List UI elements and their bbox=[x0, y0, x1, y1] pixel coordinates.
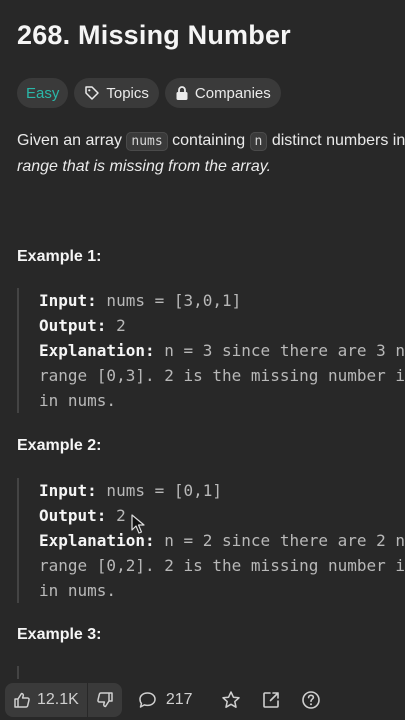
description-text: containing bbox=[167, 132, 250, 149]
explanation-label: Explanation: bbox=[39, 341, 155, 360]
example-1-title: Example 1: bbox=[17, 248, 102, 265]
explanation-text: in nums. bbox=[39, 391, 117, 410]
input-value: nums = [0,1] bbox=[96, 481, 223, 500]
explanation-text: range [0,2]. 2 is the missing number in … bbox=[39, 556, 405, 575]
explanation-text: n = 2 since there are 2 numbers, so all … bbox=[164, 531, 405, 550]
code-n: n bbox=[249, 132, 268, 151]
description-text: distinct numbers in the range bbox=[271, 132, 405, 149]
bottom-action-bar: 12.1K 217 bbox=[0, 679, 405, 720]
explanation-text: n = 3 since there are 3 numbers, so all … bbox=[164, 341, 405, 360]
share-button[interactable] bbox=[251, 683, 291, 717]
input-value: nums = [3,0,1] bbox=[96, 291, 242, 310]
share-icon bbox=[261, 690, 281, 710]
output-label: Output: bbox=[39, 506, 107, 525]
example-1-block: Input: nums = [3,0,1] Output: 2 Explanat… bbox=[17, 288, 405, 413]
problem-title: 268. Missing Number bbox=[17, 20, 291, 50]
example-3-block bbox=[17, 666, 405, 679]
tag-icon bbox=[84, 85, 100, 101]
input-label: Input: bbox=[39, 481, 97, 500]
help-button[interactable] bbox=[291, 683, 331, 717]
example-3-title: Example 3: bbox=[17, 626, 102, 643]
dislike-button[interactable] bbox=[88, 683, 122, 717]
star-icon bbox=[221, 690, 241, 710]
companies-label: Companies bbox=[194, 84, 271, 102]
comment-icon bbox=[138, 691, 157, 709]
problem-description: Given an array nums containing n distinc… bbox=[17, 128, 405, 179]
like-count: 12.1K bbox=[37, 690, 79, 708]
lock-icon bbox=[175, 85, 189, 101]
description-line-1: Given an array nums containing n distinc… bbox=[17, 128, 405, 154]
input-label: Input: bbox=[39, 291, 97, 310]
thumbs-up-icon bbox=[13, 691, 31, 709]
topics-button[interactable]: Topics bbox=[74, 78, 159, 108]
description-text: Given an array bbox=[17, 132, 127, 149]
tag-row: Easy Topics Companies bbox=[17, 78, 281, 108]
favorite-button[interactable] bbox=[205, 683, 251, 717]
companies-button[interactable]: Companies bbox=[164, 78, 281, 108]
explanation-text: in nums. bbox=[39, 581, 117, 600]
difficulty-badge: Easy bbox=[17, 78, 69, 108]
description-italic: range that is missing from the array. bbox=[17, 158, 272, 175]
output-value: 2 bbox=[106, 316, 126, 335]
code-nums: nums bbox=[126, 132, 168, 151]
comments-button[interactable]: 217 bbox=[122, 683, 205, 717]
explanation-text: range [0,3]. 2 is the missing number in … bbox=[39, 366, 405, 385]
example-2-block: Input: nums = [0,1] Output: 2 Explanatio… bbox=[17, 478, 405, 603]
vote-pill: 12.1K bbox=[5, 682, 122, 717]
output-value: 2 bbox=[106, 506, 126, 525]
help-icon bbox=[301, 690, 321, 710]
like-button[interactable]: 12.1K bbox=[5, 683, 87, 717]
mouse-cursor-icon bbox=[131, 514, 145, 539]
example-2-title: Example 2: bbox=[17, 437, 102, 454]
thumbs-down-icon bbox=[96, 691, 114, 709]
description-line-2: range that is missing from the array. bbox=[17, 154, 405, 179]
topics-label: Topics bbox=[106, 84, 149, 102]
comment-count: 217 bbox=[165, 690, 193, 708]
output-label: Output: bbox=[39, 316, 107, 335]
